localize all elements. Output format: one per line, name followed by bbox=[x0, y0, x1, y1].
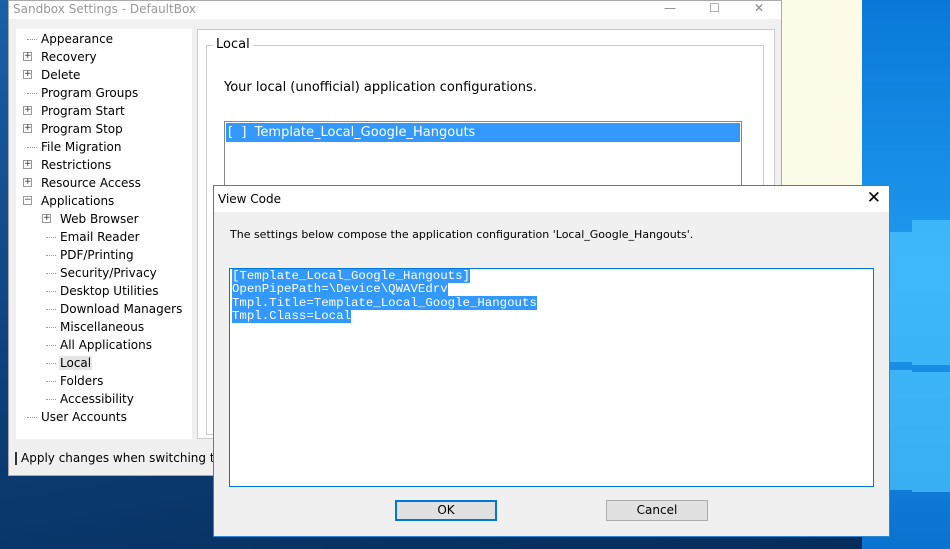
code-line: Tmpl.Class=Local bbox=[232, 308, 351, 323]
tree-item-label: All Applications bbox=[60, 338, 152, 352]
group-label: Local bbox=[213, 37, 253, 52]
tree-item-label: File Migration bbox=[41, 140, 122, 154]
tree-item[interactable]: + Recovery bbox=[23, 48, 98, 66]
tree-item[interactable]: Security/Privacy bbox=[42, 264, 158, 282]
tree-item[interactable]: Local bbox=[42, 354, 93, 372]
expand-icon[interactable]: + bbox=[42, 214, 51, 223]
tree-item[interactable]: PDF/Printing bbox=[42, 246, 135, 264]
tree-item-label: Accessibility bbox=[60, 392, 134, 406]
tree-line bbox=[46, 345, 56, 346]
tree-item[interactable]: + Restrictions bbox=[23, 156, 112, 174]
tree-line bbox=[27, 147, 37, 148]
tree-line bbox=[27, 93, 37, 94]
code-textarea[interactable]: [Template_Local_Google_Hangouts] OpenPip… bbox=[229, 268, 874, 487]
code-line: Tmpl.Title=Template_Local_Google_Hangout… bbox=[232, 295, 537, 310]
tree-line bbox=[46, 363, 56, 364]
tree-item-label: Delete bbox=[41, 68, 81, 82]
tree-item[interactable]: + Program Start bbox=[23, 102, 126, 120]
tree-item-label: Folders bbox=[60, 374, 104, 388]
dialog-title: View Code bbox=[218, 192, 282, 206]
tree-item[interactable]: Program Groups bbox=[23, 84, 139, 102]
tree-item-label: Desktop Utilities bbox=[60, 284, 159, 298]
tree-item-label: Web Browser bbox=[60, 212, 139, 226]
tree-item[interactable]: Desktop Utilities bbox=[42, 282, 159, 300]
tree-item[interactable]: Appearance bbox=[23, 30, 114, 48]
tree-item[interactable]: Folders bbox=[42, 372, 104, 390]
tree-line bbox=[46, 309, 56, 310]
tree-item[interactable]: + Resource Access bbox=[23, 174, 142, 192]
minimize-button[interactable]: — bbox=[664, 1, 676, 15]
tree-line bbox=[46, 399, 56, 400]
tree-item-label: Program Groups bbox=[41, 86, 139, 100]
tree-item[interactable]: Miscellaneous bbox=[42, 318, 145, 336]
list-item[interactable]: [ ] Template_Local_Google_Hangouts bbox=[226, 123, 740, 142]
expand-icon[interactable]: + bbox=[23, 124, 32, 133]
tree-line bbox=[46, 237, 56, 238]
tree-item[interactable]: All Applications bbox=[42, 336, 153, 354]
tree-item-label: Local bbox=[59, 356, 93, 370]
dialog-title-bar: View Code ✕ bbox=[214, 186, 889, 212]
code-line: OpenPipePath=\Device\QWAVEdrv bbox=[232, 282, 448, 297]
tree-line bbox=[46, 255, 56, 256]
maximize-button[interactable]: ☐ bbox=[709, 1, 720, 15]
tree-line bbox=[46, 381, 56, 382]
view-code-dialog: View Code ✕ The settings below compose t… bbox=[213, 185, 890, 537]
window-title: Sandbox Settings - DefaultBox bbox=[13, 2, 197, 16]
tree-line bbox=[27, 417, 37, 418]
tree-item-label: PDF/Printing bbox=[60, 248, 134, 262]
tree-item-label: User Accounts bbox=[41, 410, 127, 424]
tree-item-label: Download Managers bbox=[60, 302, 183, 316]
dialog-close-button[interactable]: ✕ bbox=[867, 188, 881, 208]
panel-description: Your local (unofficial) application conf… bbox=[224, 80, 537, 95]
tree-item-label: Security/Privacy bbox=[60, 266, 157, 280]
code-line: [Template_Local_Google_Hangouts] bbox=[232, 269, 470, 283]
tree-item[interactable]: + Program Stop bbox=[23, 120, 124, 138]
tree-item[interactable]: File Migration bbox=[23, 138, 122, 156]
tree-item-label: Program Start bbox=[41, 104, 125, 118]
tree-item[interactable]: − Applications bbox=[23, 192, 115, 210]
expand-icon[interactable]: + bbox=[23, 160, 32, 169]
expand-icon[interactable]: + bbox=[23, 52, 32, 61]
tree-item[interactable]: Email Reader bbox=[42, 228, 141, 246]
tree-line bbox=[27, 39, 37, 40]
tree-item[interactable]: + Delete bbox=[23, 66, 81, 84]
apply-changes-label: Apply changes when switching to another … bbox=[21, 451, 215, 465]
dialog-description: The settings below compose the applicati… bbox=[230, 228, 694, 241]
tree-item[interactable]: Download Managers bbox=[42, 300, 183, 318]
settings-tree: Appearance + Recovery + Delete Program Groups… bbox=[16, 29, 192, 439]
tree-item-label: Email Reader bbox=[60, 230, 140, 244]
tree-item-label: Restrictions bbox=[41, 158, 112, 172]
cancel-button[interactable]: Cancel bbox=[606, 500, 708, 521]
tree-item-label: Appearance bbox=[41, 32, 114, 46]
close-button[interactable]: ✕ bbox=[754, 1, 764, 15]
tree-item-label: Program Stop bbox=[41, 122, 123, 136]
expand-icon[interactable]: + bbox=[23, 178, 32, 187]
tree-item-label: Resource Access bbox=[41, 176, 141, 190]
tree-line bbox=[46, 327, 56, 328]
apply-changes-checkbox[interactable]: Apply changes when switching to another … bbox=[15, 451, 215, 465]
expand-icon[interactable]: + bbox=[23, 106, 32, 115]
checkbox-icon[interactable] bbox=[15, 451, 17, 465]
window-title-bar: Sandbox Settings - DefaultBox — ☐ ✕ bbox=[9, 1, 781, 19]
tree-item-label: Miscellaneous bbox=[60, 320, 145, 334]
tree-item[interactable]: Accessibility bbox=[42, 390, 135, 408]
tree-line bbox=[46, 291, 56, 292]
tree-item-label: Applications bbox=[41, 194, 115, 208]
tree-item-label: Recovery bbox=[41, 50, 97, 64]
tree-line bbox=[46, 273, 56, 274]
tree-item[interactable]: + Web Browser bbox=[42, 210, 140, 228]
collapse-icon[interactable]: − bbox=[23, 196, 32, 205]
ok-button[interactable]: OK bbox=[395, 500, 497, 521]
tree-item[interactable]: User Accounts bbox=[23, 408, 128, 426]
expand-icon[interactable]: + bbox=[23, 70, 32, 79]
